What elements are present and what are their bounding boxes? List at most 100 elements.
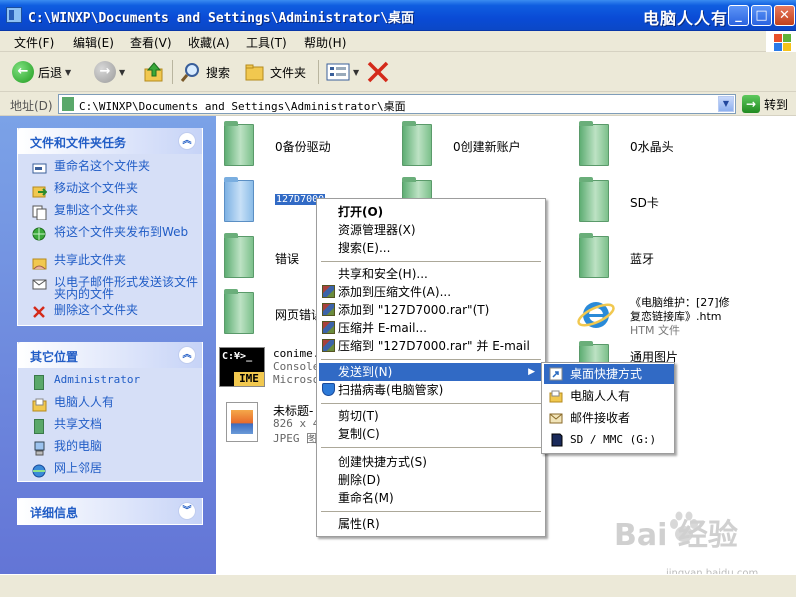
menu-favorites[interactable]: 收藏(A): [188, 34, 230, 51]
folders-label: 文件夹: [270, 65, 307, 80]
status-bar: [0, 574, 796, 597]
other-places-header[interactable]: 其它位置 ︽: [18, 342, 202, 368]
details-header[interactable]: 详细信息 ︾: [18, 498, 202, 524]
folder-icon: [402, 121, 432, 166]
delete-toolbar-button[interactable]: [366, 60, 390, 84]
folders-button[interactable]: 文件夹: [244, 60, 306, 84]
menu-separator: [321, 261, 541, 262]
menu-item-label: 添加到压缩文件(A)...: [338, 285, 452, 299]
close-button[interactable]: ✕: [774, 5, 795, 26]
menu-item-create-shortcut[interactable]: 创建快捷方式(S): [319, 453, 543, 471]
toolbar: ← 后退 ▼ → ▼ 搜索 文件夹 ▼: [0, 52, 796, 92]
menu-item-share[interactable]: 共享和安全(H)...: [319, 265, 543, 283]
menu-item-search[interactable]: 搜索(E)...: [319, 239, 543, 257]
menu-help[interactable]: 帮助(H): [304, 34, 346, 51]
send-to-mail[interactable]: 邮件接收者: [544, 408, 674, 428]
folder-icon: [224, 121, 254, 166]
menu-item-compress-email[interactable]: 压缩并 E-mail...: [319, 319, 543, 337]
file-item[interactable]: 蓝牙: [579, 233, 729, 290]
file-name: 0水晶头: [630, 140, 674, 154]
winrar-icon: [322, 285, 335, 298]
task-label: 重命名这个文件夹: [54, 159, 151, 173]
menu-item-delete[interactable]: 删除(D): [319, 471, 543, 489]
collapse-icon[interactable]: ︽: [178, 346, 196, 364]
file-item-conime[interactable]: C:¥>_ IME conime. Console Microso: [219, 345, 329, 399]
winrar-icon: [322, 339, 335, 352]
search-button[interactable]: 搜索: [180, 60, 230, 84]
up-folder-button[interactable]: [143, 60, 165, 84]
maximize-button[interactable]: □: [751, 5, 772, 26]
send-to-desktop[interactable]: 桌面快捷方式: [544, 364, 674, 384]
address-input[interactable]: C:\WINXP\Documents and Settings\Administ…: [58, 94, 736, 114]
place-shared-docs[interactable]: 共享文档: [30, 418, 202, 438]
menu-item-send-to[interactable]: 发送到(N) ▶: [319, 363, 543, 381]
task-email[interactable]: 以电子邮件形式发送该文件夹内的文件: [30, 276, 202, 302]
title-bar: C:\WINXP\Documents and Settings\Administ…: [0, 0, 796, 31]
place-my-computer[interactable]: 我的电脑: [30, 440, 202, 460]
watermark: Bai 经验: [614, 518, 738, 553]
file-item-image[interactable]: 未标题- 826 x 4 JPEG 图: [226, 400, 326, 454]
task-label: 共享此文件夹: [54, 253, 127, 267]
views-button[interactable]: ▼: [326, 60, 359, 84]
toolbar-separator: [318, 60, 319, 84]
place-diannao[interactable]: 电脑人人有: [30, 396, 202, 416]
place-administrator[interactable]: Administrator: [30, 374, 202, 394]
expand-icon[interactable]: ︾: [178, 502, 196, 520]
place-network[interactable]: 网上邻居: [30, 462, 202, 482]
task-move[interactable]: 移动这个文件夹: [30, 182, 202, 202]
menu-item-rename[interactable]: 重命名(M): [319, 489, 543, 507]
ime-icon: C:¥>_ IME: [219, 347, 265, 387]
file-type: JPEG 图: [273, 432, 318, 445]
place-label: 我的电脑: [54, 439, 103, 453]
task-copy[interactable]: 复制这个文件夹: [30, 204, 202, 224]
menu-item-label: 发送到(N): [338, 365, 393, 379]
go-button[interactable]: → 转到: [742, 95, 788, 113]
task-delete[interactable]: 删除这个文件夹: [30, 304, 202, 324]
task-rename[interactable]: 重命名这个文件夹: [30, 160, 202, 180]
file-tasks-header[interactable]: 文件和文件夹任务 ︽: [18, 128, 202, 154]
task-label: 以电子邮件形式发送该文件夹内的文件: [54, 275, 199, 301]
minimize-button[interactable]: _: [728, 5, 749, 26]
menu-item-properties[interactable]: 属性(R): [319, 515, 543, 533]
task-share[interactable]: 共享此文件夹: [30, 254, 202, 274]
file-item[interactable]: 0创建新账户: [402, 121, 552, 178]
file-tasks-title: 文件和文件夹任务: [30, 136, 127, 150]
send-to-diannao[interactable]: 电脑人人有: [544, 386, 674, 406]
menu-item-copy[interactable]: 复制(C): [319, 425, 543, 443]
menu-item-open[interactable]: 打开(O): [319, 203, 543, 221]
menu-tools[interactable]: 工具(T): [246, 34, 287, 51]
task-publish-web[interactable]: 将这个文件夹发布到Web: [30, 226, 202, 252]
menu-bar: 文件(F) 编辑(E) 查看(V) 收藏(A) 工具(T) 帮助(H): [0, 31, 796, 52]
folder-icon: [224, 289, 254, 334]
file-item[interactable]: SD卡: [579, 177, 729, 234]
winrar-icon: [322, 303, 335, 316]
send-to-label: 桌面快捷方式: [570, 367, 643, 381]
address-dropdown-button[interactable]: ▼: [718, 96, 734, 112]
menu-item-add-archive[interactable]: 添加到压缩文件(A)...: [319, 283, 543, 301]
menu-item-add-rar[interactable]: 添加到 "127D7000.rar"(T): [319, 301, 543, 319]
send-to-label: 邮件接收者: [570, 411, 631, 425]
task-label: 删除这个文件夹: [54, 303, 139, 317]
forward-button[interactable]: → ▼: [94, 60, 125, 84]
menu-view[interactable]: 查看(V): [130, 34, 172, 51]
jpeg-icon: [226, 402, 258, 442]
back-button[interactable]: ← 后退 ▼: [12, 60, 71, 84]
menu-file[interactable]: 文件(F): [14, 34, 54, 51]
menu-item-compress-rar-email[interactable]: 压缩到 "127D7000.rar" 并 E-mail: [319, 337, 543, 355]
send-to-sd[interactable]: SD / MMC (G:): [544, 430, 674, 450]
menu-item-explorer[interactable]: 资源管理器(X): [319, 221, 543, 239]
file-name: conime.: [273, 347, 320, 360]
folder-icon: [579, 121, 609, 166]
folder-icon: [579, 233, 609, 278]
menu-edit[interactable]: 编辑(E): [73, 34, 114, 51]
network-icon: [32, 464, 46, 478]
file-item[interactable]: 0水晶头: [579, 121, 729, 178]
collapse-icon[interactable]: ︽: [178, 132, 196, 150]
go-label: 转到: [764, 97, 789, 112]
menu-item-label: 扫描病毒(电脑管家): [338, 383, 444, 397]
menu-item-scan[interactable]: 扫描病毒(电脑管家): [319, 381, 543, 399]
file-item-htm[interactable]: 《电脑维护：[27]修 复恋链接库》.htm HTM 文件: [576, 292, 794, 342]
send-to-label: SD / MMC (G:): [570, 433, 657, 446]
menu-item-cut[interactable]: 剪切(T): [319, 407, 543, 425]
file-item[interactable]: 0备份驱动: [224, 121, 374, 178]
